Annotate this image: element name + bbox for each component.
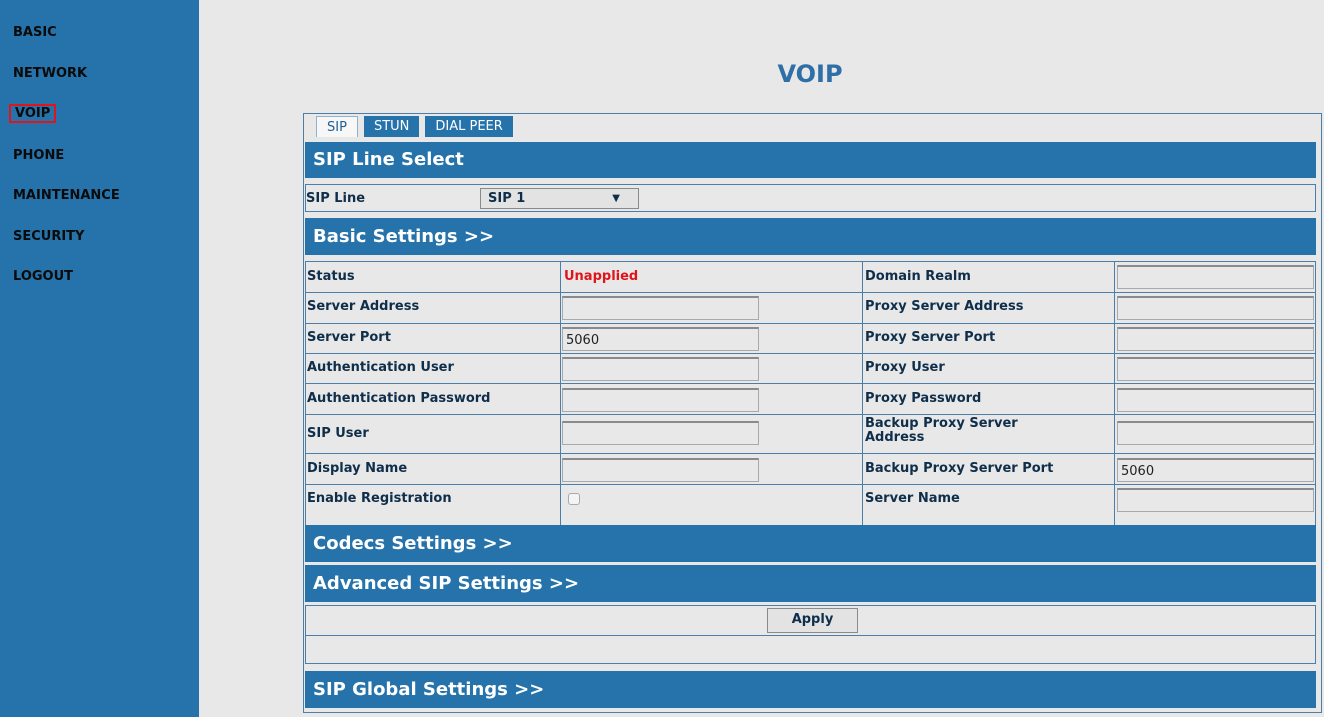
- backup-proxy-port-input[interactable]: 5060: [1117, 458, 1314, 482]
- tab-stun[interactable]: STUN: [363, 116, 420, 137]
- status-value: Unapplied: [564, 269, 639, 284]
- sip-line-select-header: SIP Line Select: [305, 142, 1316, 178]
- server-port-label: Server Port: [307, 330, 391, 345]
- display-name-input[interactable]: [562, 458, 759, 482]
- nav-voip[interactable]: VOIP: [9, 104, 57, 123]
- nav-logout[interactable]: LOGOUT: [13, 269, 73, 284]
- chevron-down-icon: ▼: [612, 193, 620, 204]
- auth-password-label: Authentication Password: [307, 391, 491, 406]
- backup-proxy-port-label: Backup Proxy Server Port: [865, 461, 1054, 476]
- sip-line-select-value: SIP 1: [488, 191, 526, 206]
- grid-row-sep-1: [305, 292, 1316, 293]
- domain-realm-input[interactable]: [1117, 265, 1314, 289]
- sip-line-row: [305, 184, 1316, 212]
- sip-line-select[interactable]: SIP 1 ▼: [480, 188, 639, 209]
- proxy-port-input[interactable]: [1117, 327, 1314, 351]
- sip-user-input[interactable]: [562, 421, 759, 445]
- page-title: VOIP: [0, 60, 1324, 88]
- status-label: Status: [307, 269, 355, 284]
- advanced-sip-settings-header[interactable]: Advanced SIP Settings >>: [305, 565, 1316, 602]
- grid-row-sep-5: [305, 414, 1316, 415]
- server-name-input[interactable]: [1117, 488, 1314, 512]
- proxy-port-label: Proxy Server Port: [865, 330, 996, 345]
- nav-basic[interactable]: BASIC: [13, 25, 57, 40]
- tab-dial-peer[interactable]: DIAL PEER: [425, 116, 513, 137]
- nav-security[interactable]: SECURITY: [13, 229, 84, 244]
- apply-button[interactable]: Apply: [767, 608, 858, 633]
- sip-user-label: SIP User: [307, 426, 369, 441]
- grid-row-sep-4: [305, 383, 1316, 384]
- grid-row-sep-2: [305, 323, 1316, 324]
- server-port-input[interactable]: 5060: [562, 327, 759, 351]
- server-address-label: Server Address: [307, 299, 420, 314]
- tab-bar: SIP STUN DIAL PEER: [316, 116, 519, 137]
- proxy-user-label: Proxy User: [865, 360, 945, 375]
- server-address-input[interactable]: [562, 296, 759, 320]
- proxy-address-label: Proxy Server Address: [865, 299, 1024, 314]
- proxy-address-input[interactable]: [1117, 296, 1314, 320]
- proxy-password-label: Proxy Password: [865, 391, 982, 406]
- grid-row-sep-3: [305, 353, 1316, 354]
- display-name-label: Display Name: [307, 461, 408, 476]
- enable-registration-checkbox[interactable]: [568, 493, 580, 505]
- backup-proxy-address-label: Backup Proxy Server Address: [865, 416, 1018, 445]
- tab-sip[interactable]: SIP: [316, 116, 358, 137]
- sip-global-settings-header[interactable]: SIP Global Settings >>: [305, 671, 1316, 708]
- nav-maintenance[interactable]: MAINTENANCE: [13, 188, 120, 203]
- basic-settings-header[interactable]: Basic Settings >>: [305, 218, 1316, 255]
- domain-realm-label: Domain Realm: [865, 269, 971, 284]
- auth-user-input[interactable]: [562, 357, 759, 381]
- proxy-user-input[interactable]: [1117, 357, 1314, 381]
- empty-row: [305, 635, 1316, 664]
- basic-settings-grid: Status Unapplied Server Address Server P…: [305, 261, 1316, 527]
- proxy-password-input[interactable]: [1117, 388, 1314, 412]
- sidebar: BASIC NETWORK VOIP PHONE MAINTENANCE SEC…: [0, 0, 199, 717]
- page-title-text: VOIP: [777, 60, 843, 88]
- auth-password-input[interactable]: [562, 388, 759, 412]
- backup-proxy-address-input[interactable]: [1117, 421, 1314, 445]
- grid-col-sep-1: [560, 261, 561, 527]
- grid-col-sep-2: [862, 261, 863, 527]
- sip-line-label: SIP Line: [306, 191, 366, 206]
- grid-col-sep-3: [1114, 261, 1115, 527]
- sip-settings-panel: SIP STUN DIAL PEER SIP Line Select SIP L…: [303, 113, 1322, 713]
- grid-row-sep-7: [305, 484, 1316, 485]
- server-name-label: Server Name: [865, 491, 960, 506]
- enable-registration-label: Enable Registration: [307, 491, 452, 506]
- grid-row-sep-6: [305, 453, 1316, 454]
- nav-phone[interactable]: PHONE: [13, 148, 64, 163]
- auth-user-label: Authentication User: [307, 360, 454, 375]
- codecs-settings-header[interactable]: Codecs Settings >>: [305, 525, 1316, 562]
